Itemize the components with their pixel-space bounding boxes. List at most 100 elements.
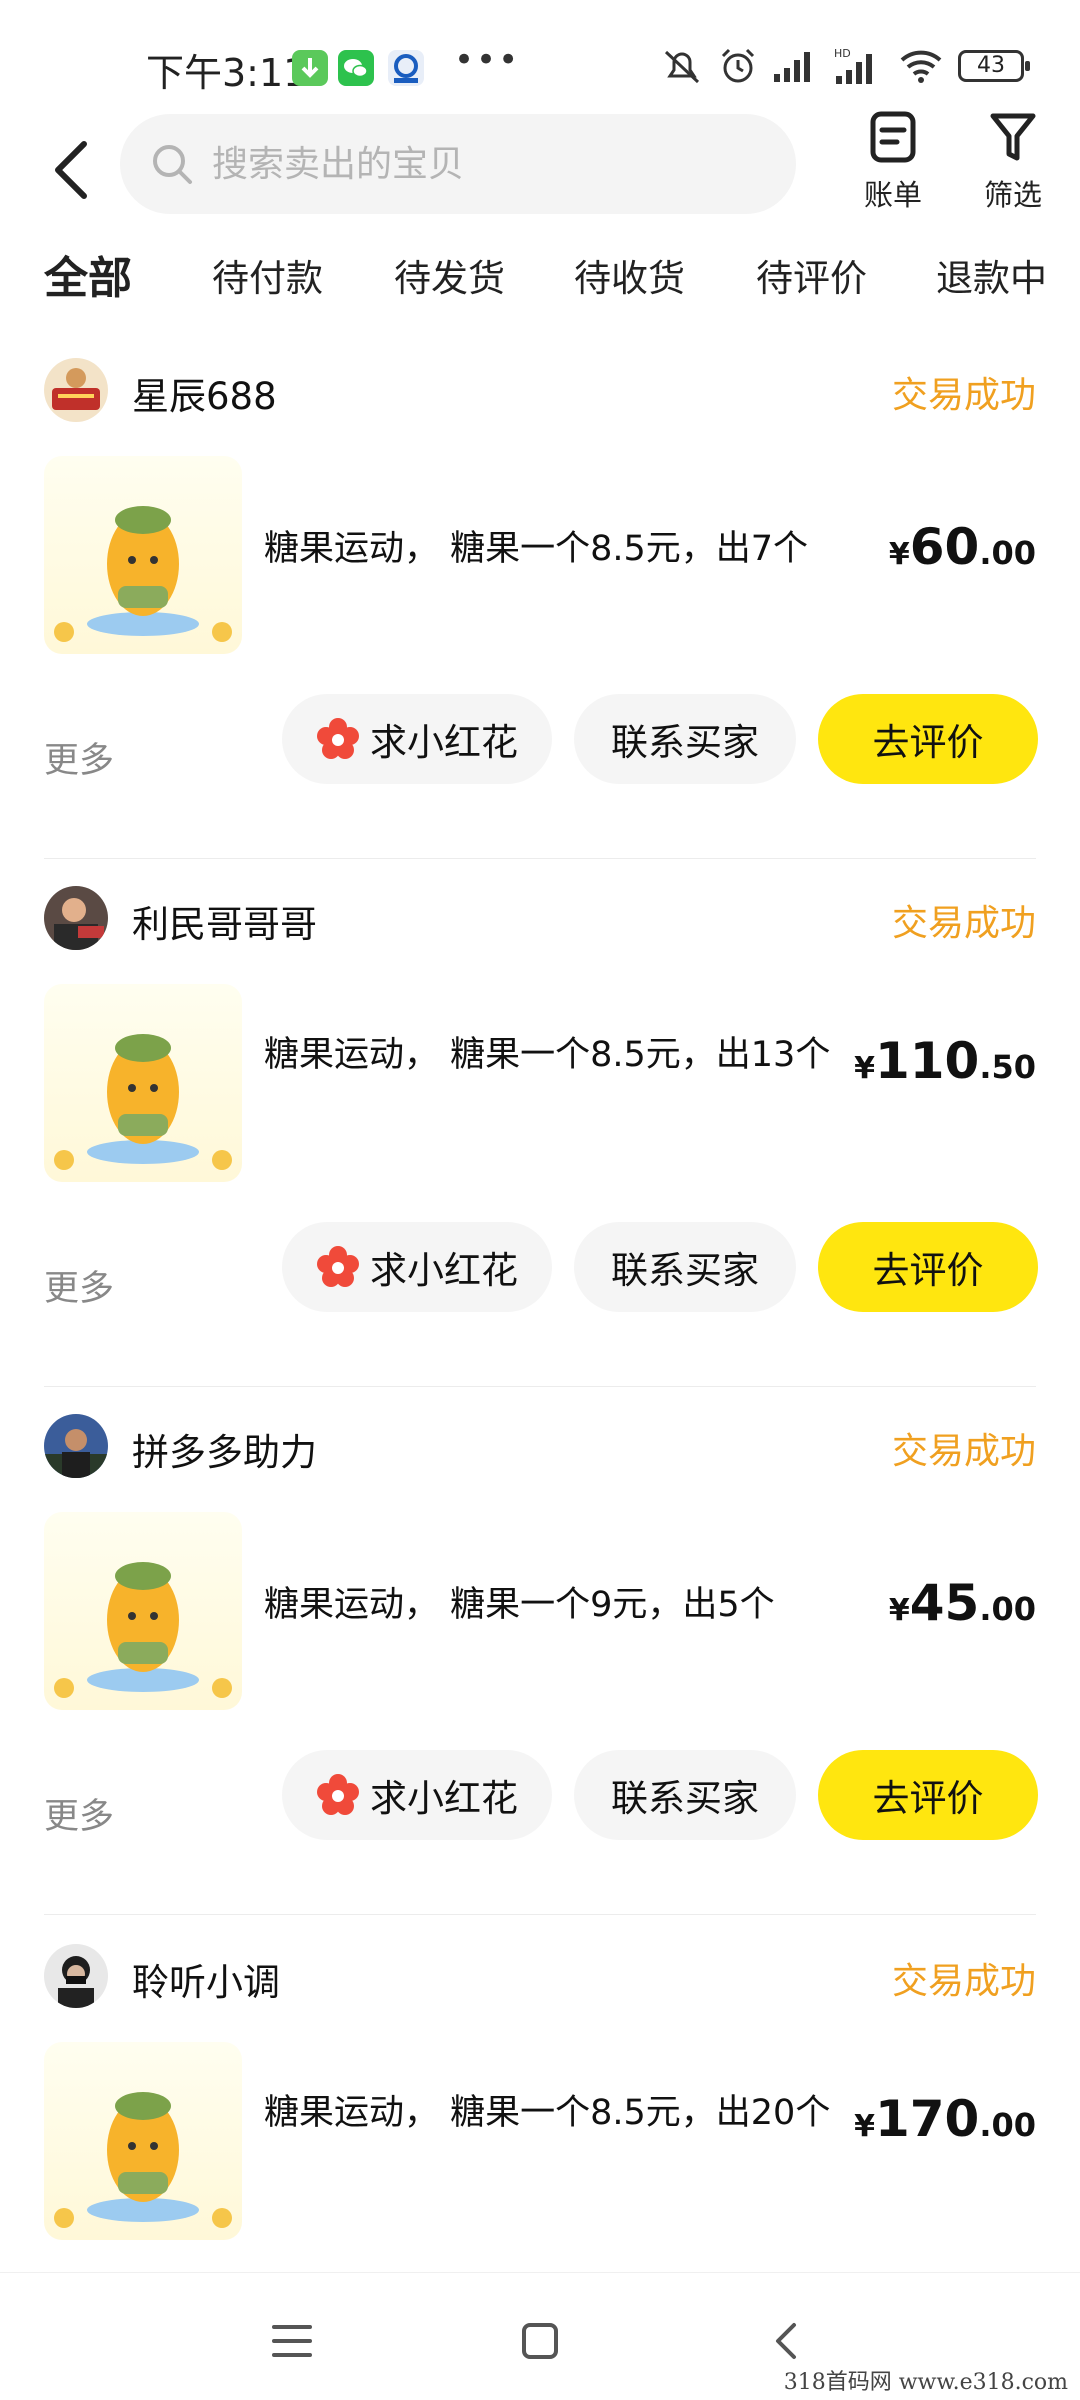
svg-text:HD: HD: [834, 47, 851, 60]
more-button[interactable]: 更多: [44, 732, 114, 783]
tab-label: 待收货: [574, 257, 685, 300]
product-thumbnail[interactable]: [44, 456, 242, 654]
red-flower-icon: [317, 1246, 359, 1287]
nav-back-button[interactable]: [758, 2311, 818, 2371]
tab-pending-receipt[interactable]: 待收货: [574, 248, 685, 302]
seller-name[interactable]: 星辰688: [132, 366, 277, 420]
tab-label: 全部: [44, 253, 132, 304]
price-currency: ¥: [888, 537, 910, 572]
tab-label: 待发货: [394, 257, 505, 300]
divider: [44, 1914, 1036, 1915]
wifi-icon: [900, 50, 942, 83]
battery-icon: 43: [958, 50, 1030, 82]
menu-button[interactable]: [262, 2311, 322, 2371]
status-right: HD 43: [660, 46, 1030, 86]
contact-buyer-button[interactable]: 联系买家: [574, 1222, 796, 1312]
more-button[interactable]: 更多: [44, 1788, 114, 1839]
button-label: 去评价: [872, 1777, 984, 1820]
order-tabs: 全部 待付款 待发货 待收货 待评价 退款中: [0, 248, 1080, 322]
button-label: 联系买家: [611, 721, 759, 764]
bill-icon: [870, 111, 916, 163]
mute-icon: [664, 50, 700, 84]
button-label: 求小红花: [370, 1249, 518, 1292]
bill-label: 账单: [863, 178, 922, 212]
order-card: 利民哥哥哥 交易成功 糖果运动， 糖果一个8.5元，出13个 ¥110.50 更…: [0, 886, 1080, 1414]
download-app-icon: [292, 50, 328, 86]
tab-pending-payment[interactable]: 待付款: [212, 248, 323, 302]
button-label: 联系买家: [611, 1777, 759, 1820]
contact-buyer-button[interactable]: 联系买家: [574, 1750, 796, 1840]
item-title[interactable]: 糖果运动， 糖果一个8.5元，出13个: [264, 1028, 844, 1082]
avatar[interactable]: [44, 886, 108, 950]
order-price: ¥170.00: [854, 2090, 1036, 2148]
product-thumbnail[interactable]: [44, 1512, 242, 1710]
request-flower-button[interactable]: 求小红花: [282, 1750, 552, 1840]
seller-name[interactable]: 拼多多助力: [132, 1422, 317, 1476]
price-decimal: .00: [979, 534, 1036, 572]
more-button[interactable]: 更多: [44, 1260, 114, 1311]
seller-name[interactable]: 利民哥哥哥: [132, 894, 317, 948]
back-button[interactable]: [42, 130, 106, 210]
filter-button[interactable]: 筛选: [958, 110, 1068, 220]
request-flower-button[interactable]: 求小红花: [282, 694, 552, 784]
tab-label: 待付款: [212, 257, 323, 300]
avatar[interactable]: [44, 1414, 108, 1478]
signal-icon: [774, 52, 810, 82]
button-label: 求小红花: [370, 721, 518, 764]
tab-pending-shipment[interactable]: 待发货: [394, 248, 505, 302]
hd-signal-icon: HD: [834, 47, 872, 84]
review-button[interactable]: 去评价: [818, 694, 1038, 784]
request-flower-button[interactable]: 求小红花: [282, 1222, 552, 1312]
bill-button[interactable]: 账单: [838, 110, 948, 220]
tab-refunding[interactable]: 退款中: [936, 248, 1047, 302]
tab-pending-review[interactable]: 待评价: [756, 248, 867, 302]
chevron-left-icon: [55, 141, 87, 199]
tab-label: 退款中: [936, 257, 1047, 300]
bank-app-icon: [388, 50, 424, 86]
review-button[interactable]: 去评价: [818, 1750, 1038, 1840]
price-currency: ¥: [888, 1593, 910, 1628]
filter-icon: [990, 113, 1036, 161]
filter-label: 筛选: [983, 178, 1042, 212]
search-input[interactable]: [212, 143, 772, 185]
order-card: 拼多多助力 交易成功 糖果运动， 糖果一个9元，出5个 ¥45.00 更多 求小…: [0, 1414, 1080, 1942]
search-box[interactable]: [120, 114, 796, 214]
alarm-icon: [721, 48, 755, 83]
price-decimal: .50: [979, 1048, 1036, 1086]
tab-label: 待评价: [756, 257, 867, 300]
avatar[interactable]: [44, 1944, 108, 2008]
divider: [44, 1386, 1036, 1387]
product-thumbnail[interactable]: [44, 2042, 242, 2240]
seller-name[interactable]: 聆听小调: [132, 1952, 280, 2006]
order-price: ¥45.00: [889, 1574, 1036, 1632]
more-notifications-icon: •••: [454, 40, 521, 80]
menu-icon: [272, 2325, 312, 2357]
price-currency: ¥: [854, 2109, 875, 2144]
header: 账单 筛选: [0, 110, 1080, 226]
tab-all[interactable]: 全部: [42, 242, 132, 306]
order-status: 交易成功: [891, 1961, 1036, 2002]
item-title[interactable]: 糖果运动， 糖果一个8.5元，出20个: [264, 2086, 844, 2140]
order-status: 交易成功: [891, 375, 1036, 416]
contact-buyer-button[interactable]: 联系买家: [574, 694, 796, 784]
status-time: 下午3:11: [146, 51, 308, 95]
order-status: 交易成功: [891, 903, 1036, 944]
review-button[interactable]: 去评价: [818, 1222, 1038, 1312]
home-button[interactable]: [510, 2311, 570, 2371]
order-price: ¥110.50: [854, 1032, 1036, 1090]
watermark: 318首码网 www.e318.com: [783, 2370, 1068, 2395]
item-title[interactable]: 糖果运动， 糖果一个9元，出5个: [264, 1578, 864, 1632]
product-thumbnail[interactable]: [44, 984, 242, 1182]
avatar[interactable]: [44, 358, 108, 422]
price-integer: 45: [909, 1574, 980, 1632]
status-bar: 下午3:11 ••• HD 43: [0, 0, 1080, 110]
price-currency: ¥: [854, 1051, 875, 1086]
item-title[interactable]: 糖果运动， 糖果一个8.5元，出7个: [264, 522, 864, 576]
search-icon: [153, 145, 192, 184]
price-decimal: .00: [979, 2106, 1036, 2144]
divider: [44, 858, 1036, 859]
order-card: 星辰688 交易成功 糖果运动， 糖果一个8.5元，出7个 ¥60.00 更多 …: [0, 358, 1080, 886]
order-card: 聆听小调 交易成功 糖果运动， 糖果一个8.5元，出20个 ¥170.00: [0, 1944, 1080, 2272]
button-label: 去评价: [872, 721, 984, 764]
order-price: ¥60.00: [889, 518, 1036, 576]
